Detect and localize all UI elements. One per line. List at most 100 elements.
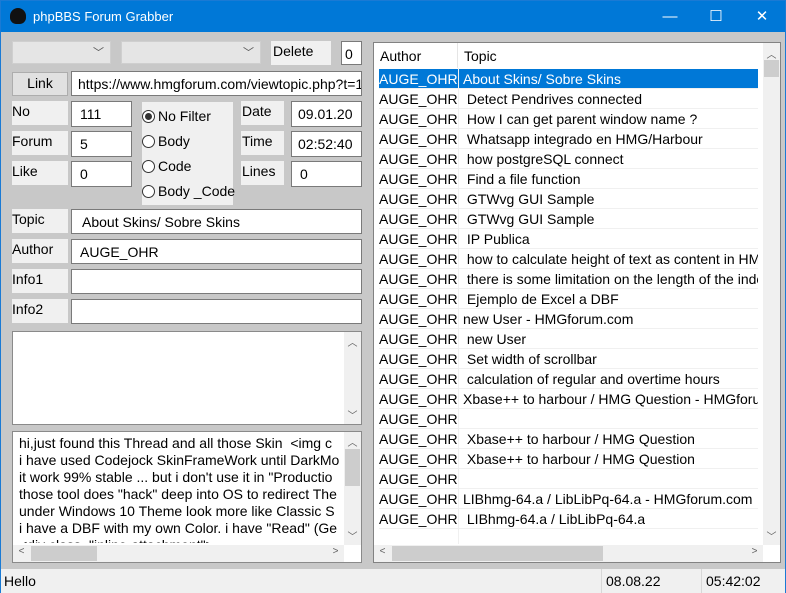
link-button[interactable]: Link xyxy=(12,72,68,96)
delete-label: Delete xyxy=(271,41,331,65)
radio-body[interactable]: Body xyxy=(142,131,190,151)
scroll-down-icon[interactable]: ﹀ xyxy=(344,528,361,543)
topic-cell: Xbase++ to harbour / HMG Question xyxy=(463,451,695,467)
topic-cell: Xbase++ to harbour / HMG Question - HMGf… xyxy=(463,391,758,407)
column-header-author[interactable]: Author xyxy=(374,43,458,68)
topic-cell xyxy=(459,469,463,488)
list-row[interactable]: AUGE_OHR how postgreSQL connect xyxy=(379,149,758,169)
status-date: 08.08.22 xyxy=(601,569,699,593)
radio-body-code[interactable]: Body _Code xyxy=(142,181,235,201)
body-textarea[interactable]: hi,just found this Thread and all those … xyxy=(12,431,362,563)
scrollbar-thumb[interactable] xyxy=(345,449,360,486)
list-row[interactable]: AUGE_OHR new User - HMGforum.com xyxy=(379,309,758,329)
status-message: Hello xyxy=(4,573,36,589)
radio-icon xyxy=(142,134,155,148)
combo-1[interactable]: ﹀ xyxy=(12,41,111,64)
forum-field[interactable]: 5 xyxy=(71,131,132,157)
app-icon xyxy=(10,8,26,24)
list-vertical-scrollbar[interactable]: ︿ ﹀ xyxy=(763,43,780,545)
list-row[interactable]: AUGE_OHR xyxy=(379,469,758,489)
author-cell: AUGE_OHR xyxy=(379,351,458,367)
minimize-button[interactable]: — xyxy=(647,1,693,32)
author-cell: AUGE_OHR xyxy=(379,311,458,327)
body-horizontal-scrollbar[interactable]: < > xyxy=(13,545,344,562)
list-row[interactable]: AUGE_OHR LIBhmg-64.a / LibLibPq-64.a - HM… xyxy=(379,489,758,509)
author-cell: AUGE_OHR xyxy=(379,151,458,167)
no-field[interactable]: 111 xyxy=(71,101,132,127)
scroll-right-icon[interactable]: > xyxy=(746,546,763,557)
scrollbar-thumb[interactable] xyxy=(31,546,97,561)
info2-field[interactable] xyxy=(71,299,362,324)
combo-2[interactable]: ﹀ xyxy=(121,41,261,64)
topic-cell: Find a file function xyxy=(463,171,581,187)
topic-cell: how to calculate height of text as conte… xyxy=(463,251,758,267)
topic-cell: Detect Pendrives connected xyxy=(463,91,642,107)
list-row[interactable]: AUGE_OHR Xbase++ to harbour / HMG Questio… xyxy=(379,389,758,409)
list-row[interactable]: AUGE_OHR Xbase++ to harbour / HMG Questi… xyxy=(379,449,758,469)
url-field[interactable]: https://www.hmgforum.com/viewtopic.php?t… xyxy=(71,71,362,96)
list-horizontal-scrollbar[interactable]: < > xyxy=(374,545,763,562)
maximize-button[interactable]: ☐ xyxy=(693,1,739,32)
author-cell: AUGE_OHR xyxy=(379,411,458,427)
status-bar: Hello 08.08.22 05:42:02 xyxy=(1,569,785,593)
scroll-down-icon[interactable]: ﹀ xyxy=(344,407,361,422)
radio-checked-icon xyxy=(142,109,155,123)
radio-icon xyxy=(142,184,155,198)
topic-cell: LIBhmg-64.a / LibLibPq-64.a - HMGforum.c… xyxy=(463,491,753,507)
list-row[interactable]: AUGE_OHR there is some limitation on the… xyxy=(379,269,758,289)
scroll-left-icon[interactable]: < xyxy=(13,546,30,557)
list-row[interactable]: AUGE_OHR GTWvg GUI Sample xyxy=(379,189,758,209)
column-header-topic[interactable]: Topic xyxy=(458,43,497,68)
list-row[interactable]: AUGE_OHR Find a file function xyxy=(379,169,758,189)
list-row[interactable]: AUGE_OHR xyxy=(379,409,758,429)
author-field[interactable]: AUGE_OHR xyxy=(71,239,362,264)
radio-code[interactable]: Code xyxy=(142,156,191,176)
topic-cell: IP Publica xyxy=(463,231,530,247)
scroll-right-icon[interactable]: > xyxy=(327,546,344,557)
time-field[interactable]: 02:52:40 xyxy=(291,131,362,157)
list-row[interactable]: AUGE_OHR GTWvg GUI Sample xyxy=(379,209,758,229)
column-divider xyxy=(458,68,459,544)
list-row[interactable]: AUGE_OHR How I can get parent window nam… xyxy=(379,109,758,129)
topic-cell: LIBhmg-64.a / LibLibPq-64.a xyxy=(463,511,646,527)
notes-textarea[interactable]: ︿ ﹀ xyxy=(12,331,362,425)
list-row[interactable]: AUGE_OHR IP Publica xyxy=(379,229,758,249)
author-cell: AUGE_OHR xyxy=(379,191,458,207)
scrollbar-thumb[interactable] xyxy=(764,60,779,77)
author-cell: AUGE_OHR xyxy=(379,111,458,127)
author-cell: AUGE_OHR xyxy=(379,231,458,247)
list-row[interactable]: AUGE_OHR calculation of regular and over… xyxy=(379,369,758,389)
delete-count-field[interactable]: 0 xyxy=(341,41,362,65)
scroll-up-icon[interactable]: ︿ xyxy=(344,334,361,349)
author-label: Author xyxy=(12,239,68,263)
list-row[interactable]: AUGE_OHR LIBhmg-64.a / LibLibPq-64.a xyxy=(379,509,758,529)
info1-field[interactable] xyxy=(71,269,362,294)
list-row[interactable]: AUGE_OHR new User xyxy=(379,329,758,349)
author-cell: AUGE_OHR xyxy=(379,431,458,447)
list-row[interactable]: AUGE_OHR Ejemplo de Excel a DBF xyxy=(379,289,758,309)
notes-vertical-scrollbar[interactable]: ︿ ﹀ xyxy=(344,332,361,424)
list-row[interactable]: AUGE_OHR Xbase++ to harbour / HMG Questi… xyxy=(379,429,758,449)
radio-icon xyxy=(142,159,155,173)
list-row[interactable]: AUGE_OHR Set width of scrollbar xyxy=(379,349,758,369)
list-row[interactable]: AUGE_OHR how to calculate height of text… xyxy=(379,249,758,269)
topic-cell xyxy=(459,409,463,428)
radio-no-filter[interactable]: No Filter xyxy=(142,106,211,126)
like-field[interactable]: 0 xyxy=(71,161,132,187)
list-row[interactable]: AUGE_OHR Whatsapp integrado en HMG/Harbo… xyxy=(379,129,758,149)
author-cell: AUGE_OHR xyxy=(379,271,458,287)
scrollbar-thumb[interactable] xyxy=(392,546,603,561)
topic-list[interactable]: Author Topic AUGE_OHR About Skins/ Sobre … xyxy=(373,42,781,563)
scroll-up-icon[interactable]: ︿ xyxy=(763,46,780,61)
close-button[interactable]: ✕ xyxy=(739,1,785,32)
lines-field[interactable]: 0 xyxy=(291,161,362,187)
no-label: No xyxy=(12,101,68,125)
scroll-down-icon[interactable]: ﹀ xyxy=(763,528,780,543)
topic-field[interactable]: About Skins/ Sobre Skins xyxy=(71,209,362,234)
scroll-up-icon[interactable]: ︿ xyxy=(344,434,361,449)
list-row[interactable]: AUGE_OHR About Skins/ Sobre Skins xyxy=(379,69,758,89)
date-field[interactable]: 09.01.20 xyxy=(291,101,362,127)
scroll-left-icon[interactable]: < xyxy=(374,546,391,557)
body-vertical-scrollbar[interactable]: ︿ ﹀ xyxy=(344,432,361,545)
list-row[interactable]: AUGE_OHR Detect Pendrives connected xyxy=(379,89,758,109)
